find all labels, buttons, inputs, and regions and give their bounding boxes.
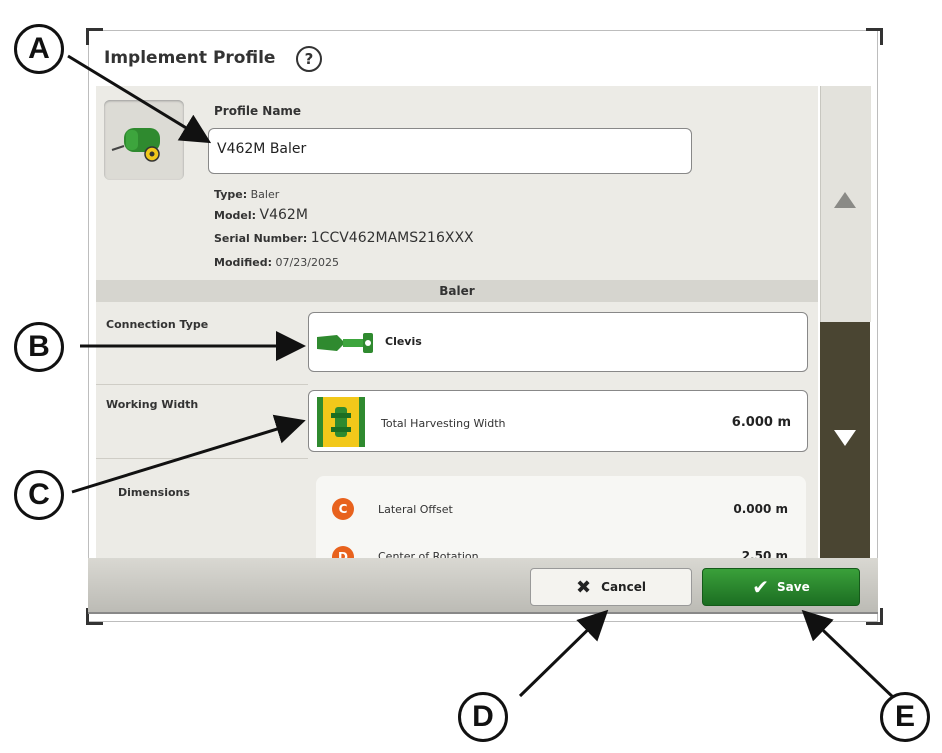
callout-arrows: [67, 54, 898, 702]
callout-d: D: [458, 692, 508, 742]
callout-b: B: [14, 322, 64, 372]
callout-e: E: [880, 692, 930, 742]
callout-a: A: [14, 24, 64, 74]
callout-c: C: [14, 470, 64, 520]
